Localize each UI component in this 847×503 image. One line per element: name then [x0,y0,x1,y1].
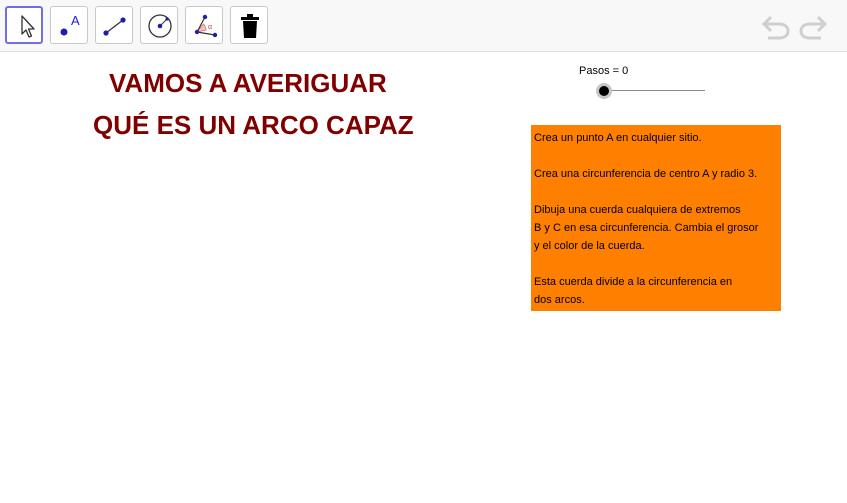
instructions-box: Crea un punto A en cualquier sitio. Crea… [531,125,781,311]
angle-tool-button[interactable]: α [185,6,223,44]
title-line-2: QUÉ ES UN ARCO CAPAZ [93,110,414,140]
instruction-line: dos arcos. [534,294,585,306]
instruction-line: Crea una circunferencia de centro A y ra… [534,168,758,180]
instruction-line [534,255,781,273]
instruction-line [534,147,781,165]
point-tool-label: A [71,13,80,28]
instruction-line: Dibuja una cuerda cualquiera de extremos [534,204,741,216]
delete-tool-button[interactable] [230,6,268,44]
instruction-line [534,183,781,201]
slider-track[interactable] [604,90,705,91]
title-line-1: VAMOS A AVERIGUAR [109,68,387,98]
point-tool-button[interactable]: A [50,6,88,44]
move-tool-button[interactable] [5,6,43,44]
slider-handle[interactable] [596,83,612,99]
slider-label: Pasos = 0 [579,65,629,77]
trash-icon [241,14,259,38]
instruction-line: Crea un punto A en cualquier sitio. [534,132,702,144]
circle-center-point-icon [148,14,172,38]
redo-icon[interactable] [797,12,829,40]
segment-icon [103,17,126,36]
move-arrow-icon [21,15,35,38]
instruction-line: Esta cuerda divide a la circunferencia e… [534,276,733,288]
angle-tool-label: α [208,24,212,31]
toolbar: A α [0,0,847,52]
instruction-line: y el color de la cuerda. [534,240,645,252]
angle-icon: α [194,14,218,38]
segment-tool-button[interactable] [95,6,133,44]
point-icon: A [60,13,80,36]
circle-tool-button[interactable] [140,6,178,44]
undo-icon[interactable] [760,12,792,40]
instruction-line: B y C en esa circunferencia. Cambia el g… [534,222,759,234]
